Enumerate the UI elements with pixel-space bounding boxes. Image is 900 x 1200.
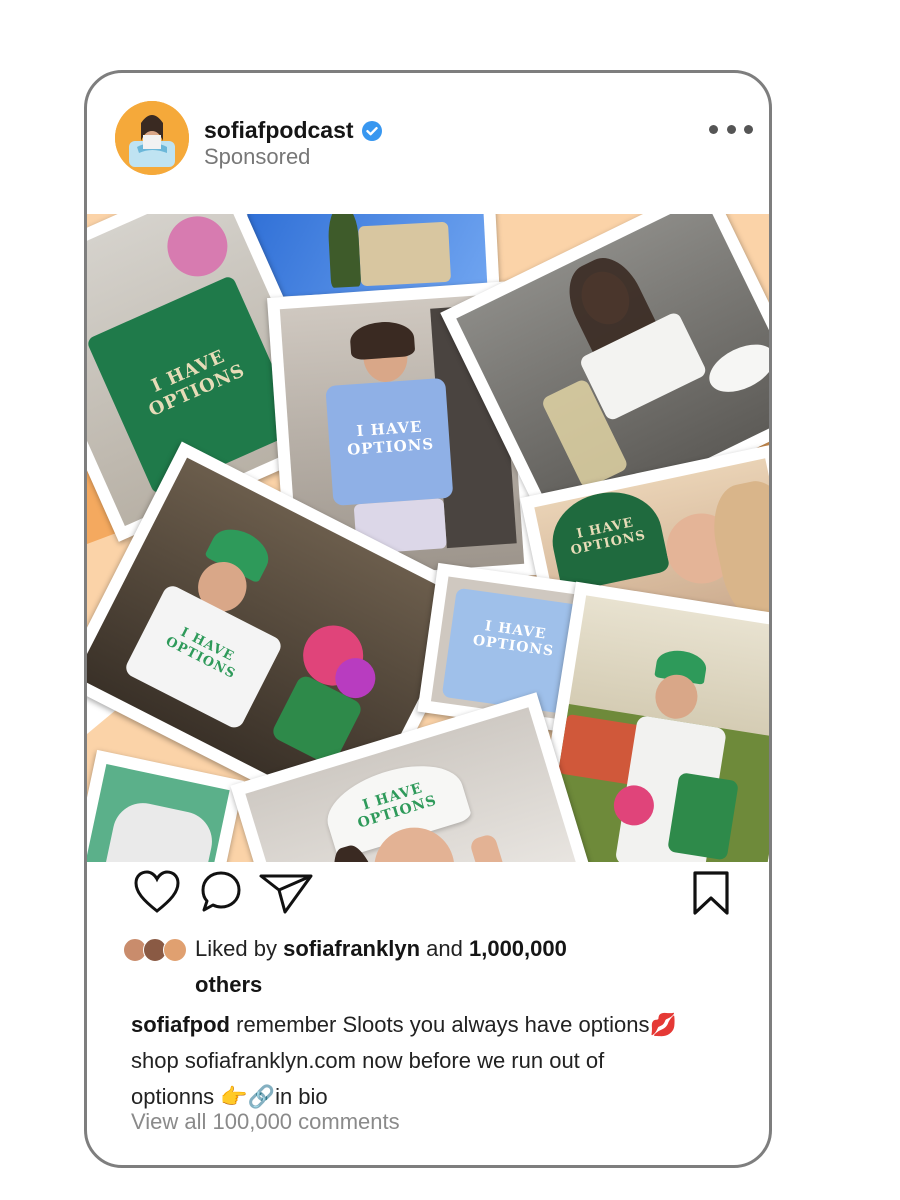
- caption-line-3: optionns 👉🔗in bio: [131, 1084, 328, 1109]
- more-options-icon[interactable]: [709, 117, 753, 141]
- profile-avatar[interactable]: [115, 101, 189, 175]
- instagram-post-card: sofiafpodcast Sponsored I HAVE OPTIONS I…: [84, 70, 772, 1168]
- paper-plane-icon[interactable]: [259, 872, 313, 914]
- heart-icon[interactable]: [133, 870, 181, 914]
- verified-badge-icon: [361, 120, 382, 141]
- likes-count[interactable]: 1,000,000: [469, 936, 567, 961]
- liked-by-others[interactable]: others: [195, 972, 262, 997]
- username-text[interactable]: sofiafpodcast: [204, 117, 354, 144]
- liked-by-avatars: [123, 938, 189, 963]
- liked-by-prefix: Liked by: [195, 936, 277, 961]
- post-username[interactable]: sofiafpodcast: [204, 117, 382, 144]
- sponsored-label: Sponsored: [204, 144, 311, 169]
- comment-bubble-icon[interactable]: [199, 870, 243, 914]
- post-actions-bar: [87, 866, 769, 926]
- caption-line-2: shop sofiafranklyn.com now before we run…: [131, 1048, 605, 1073]
- liked-by-user[interactable]: sofiafranklyn: [283, 936, 420, 961]
- post-caption: sofiafpod remember Sloots you always hav…: [131, 1007, 761, 1115]
- liked-by-and: and: [426, 936, 463, 961]
- caption-username[interactable]: sofiafpod: [131, 1012, 230, 1037]
- caption-line-1: remember Sloots you always have options💋: [236, 1012, 677, 1037]
- view-all-comments-link[interactable]: View all 100,000 comments: [131, 1109, 400, 1135]
- bookmark-icon[interactable]: [691, 870, 731, 916]
- post-image-collage[interactable]: I HAVE OPTIONS I HAVE OPTIONS I HAVE OPT…: [87, 214, 769, 862]
- likes-summary[interactable]: Liked by sofiafranklyn and 1,000,000 oth…: [123, 931, 743, 1003]
- shirt-print-text: I HAVE OPTIONS: [346, 417, 435, 459]
